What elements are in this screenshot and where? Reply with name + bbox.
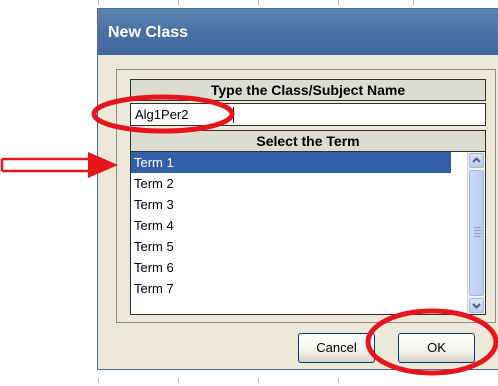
ruler-tick [338, 0, 339, 5]
grip-line [474, 236, 481, 237]
ruler-tick [413, 0, 414, 5]
scroll-down-button[interactable] [469, 298, 484, 313]
ok-button[interactable]: OK [398, 333, 475, 363]
dialog-title: New Class [108, 24, 189, 41]
new-class-dialog: New Class Type the Class/Subject Name Se… [97, 8, 498, 370]
grip-line [474, 233, 481, 234]
ruler-tick [178, 378, 179, 383]
cancel-button[interactable]: Cancel [298, 333, 375, 363]
ruler-tick [258, 378, 259, 383]
ruler-tick [338, 378, 339, 383]
dialog-title-bar[interactable]: New Class [98, 9, 498, 55]
term-list-item[interactable]: Term 2 [131, 173, 451, 194]
text-caret [233, 107, 234, 123]
ruler-tick [98, 378, 99, 383]
term-list-scrollbar[interactable] [467, 152, 485, 314]
chevron-down-icon [472, 303, 481, 309]
class-form-group: Type the Class/Subject Name Select the T… [116, 69, 496, 323]
scroll-up-button[interactable] [469, 153, 484, 168]
scroll-thumb[interactable] [469, 170, 484, 296]
term-list-item[interactable]: Term 5 [131, 236, 451, 257]
ruler-tick [178, 0, 179, 5]
term-list-item-selected[interactable]: Term 1 [131, 152, 451, 173]
term-list-item[interactable]: Term 7 [131, 278, 451, 299]
class-name-input[interactable] [130, 103, 486, 126]
chevron-up-icon [472, 157, 481, 163]
term-list-item[interactable]: Term 3 [131, 194, 451, 215]
term-list-item[interactable]: Term 4 [131, 215, 451, 236]
term-header: Select the Term [130, 130, 486, 152]
term-list-item[interactable]: Term 6 [131, 257, 451, 278]
class-name-header: Type the Class/Subject Name [130, 79, 486, 101]
ruler-tick [98, 0, 99, 5]
grip-line [474, 230, 481, 231]
grip-line [474, 227, 481, 228]
ruler-tick [258, 0, 259, 5]
term-listbox[interactable]: Term 1 Term 2 Term 3 Term 4 Term 5 Term … [130, 151, 486, 315]
